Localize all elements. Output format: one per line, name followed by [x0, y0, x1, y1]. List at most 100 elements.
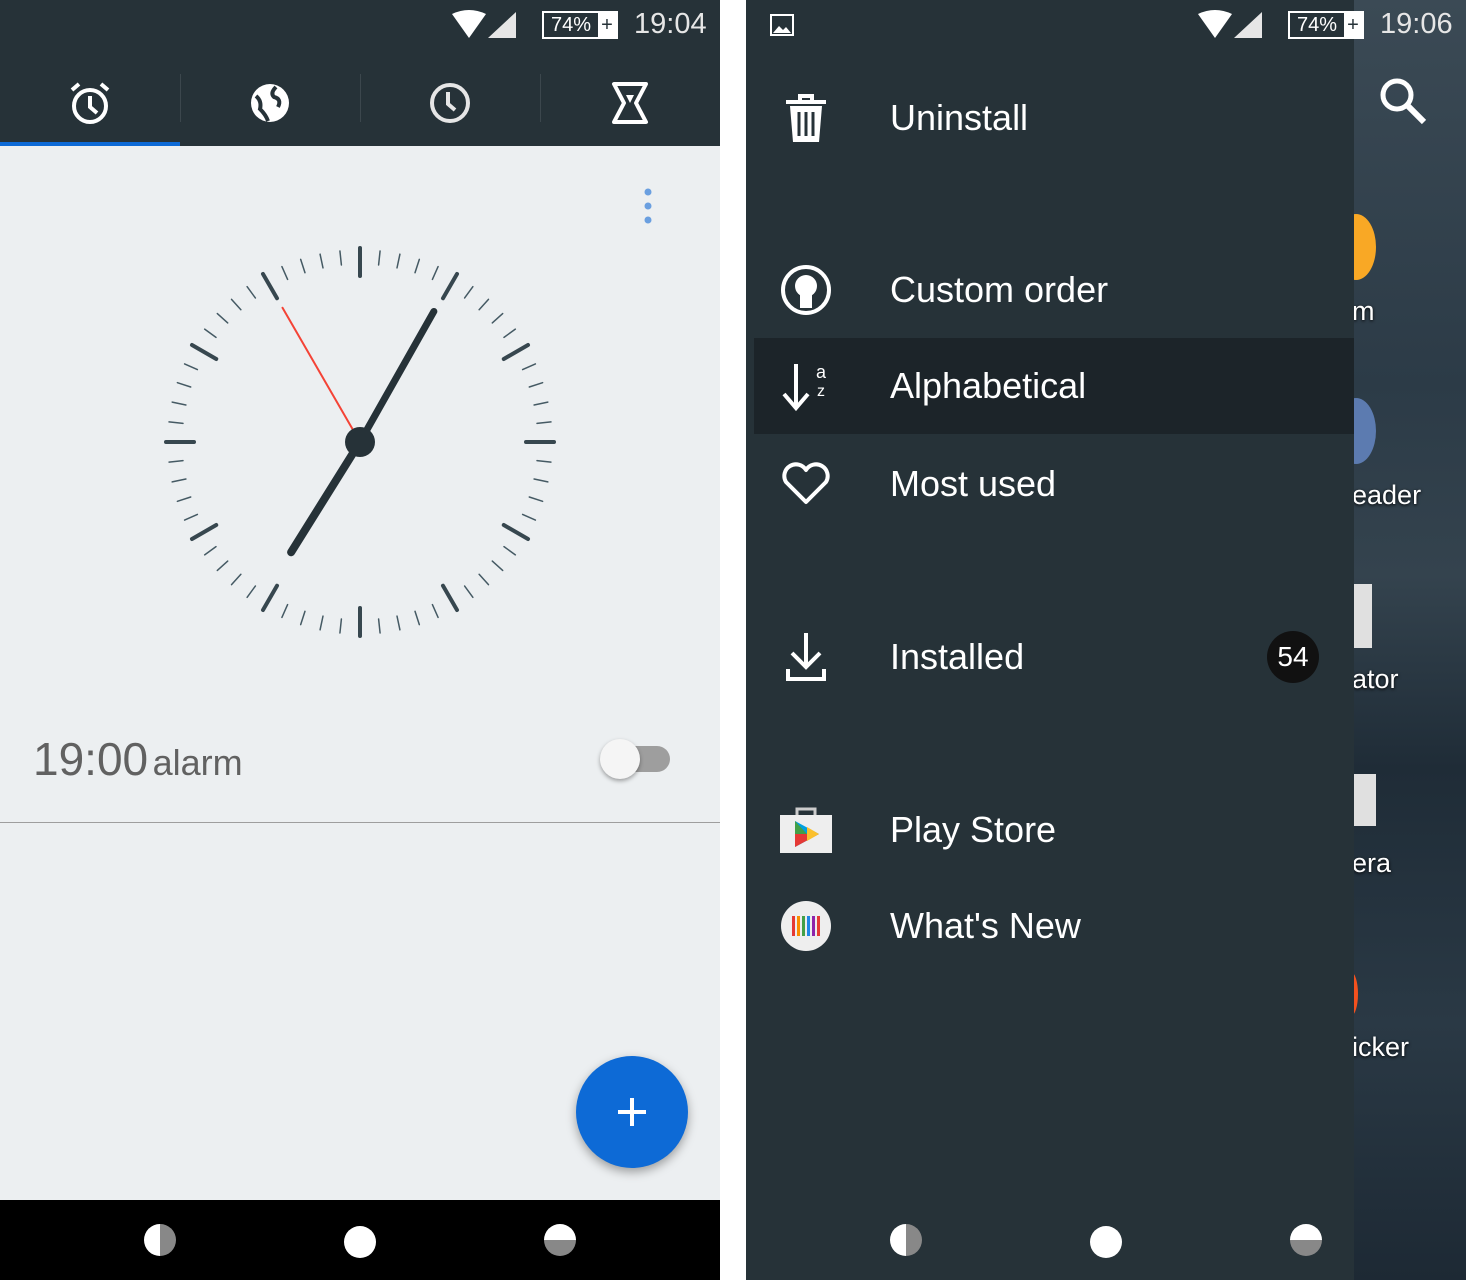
minor-tick	[339, 250, 343, 266]
menu-item-label: What's New	[890, 905, 1081, 946]
app-bar: 74% + 19:04	[0, 0, 720, 146]
minor-tick	[339, 618, 343, 634]
minor-tick	[299, 610, 306, 626]
bg-app-label[interactable]: ator	[1352, 664, 1399, 695]
minor-tick	[536, 459, 552, 463]
alarm-item[interactable]: 19:00 alarm	[33, 732, 243, 786]
alarm-label: alarm	[152, 742, 243, 783]
minor-tick	[246, 285, 257, 299]
menu-item-custom-order[interactable]: Custom order	[754, 242, 1354, 338]
major-tick	[501, 523, 531, 541]
minor-tick	[533, 401, 549, 406]
minor-tick	[230, 573, 242, 586]
minor-tick	[171, 478, 187, 483]
minor-tick	[431, 603, 439, 619]
clock-center	[345, 427, 375, 457]
minor-tick	[521, 363, 537, 371]
battery-percent: 74%	[1296, 14, 1338, 36]
minor-tick	[491, 560, 504, 572]
recents-button[interactable]	[544, 1224, 576, 1256]
minor-tick	[503, 328, 517, 339]
major-tick	[189, 523, 219, 541]
menu-item-uninstall[interactable]: Uninstall	[754, 70, 1354, 166]
minor-tick	[203, 545, 217, 556]
tab-world-clock[interactable]	[180, 60, 360, 146]
recents-button[interactable]	[1290, 1224, 1322, 1256]
minor-tick	[183, 513, 199, 521]
search-icon[interactable]	[1378, 76, 1428, 126]
count-badge: 54	[1267, 631, 1319, 683]
hourglass-icon	[612, 82, 648, 124]
svg-text:z: z	[817, 383, 825, 400]
download-icon	[786, 633, 826, 681]
minor-tick	[230, 298, 242, 311]
menu-item-label: Most used	[890, 463, 1057, 504]
minor-tick	[203, 328, 217, 339]
play-store-icon	[780, 807, 832, 853]
menu-item-label: Alphabetical	[890, 365, 1087, 406]
alarm-icon	[70, 82, 110, 124]
battery-percent: 74%	[550, 14, 592, 36]
menu-item-label: Play Store	[890, 809, 1057, 850]
nav-bar	[0, 1200, 720, 1280]
minor-tick	[491, 312, 504, 324]
minor-tick	[171, 401, 187, 406]
menu-item-most-used[interactable]: Most used	[754, 436, 1354, 532]
home-button[interactable]	[1090, 1226, 1122, 1258]
image-notification-icon	[770, 14, 794, 36]
bg-app-label[interactable]: era	[1352, 848, 1391, 879]
alarm-toggle[interactable]	[600, 739, 670, 779]
minor-tick	[176, 496, 192, 503]
clock-icon	[430, 83, 470, 123]
minor-tick	[168, 421, 184, 425]
minor-tick	[396, 253, 401, 269]
wifi-signal-icon	[1198, 10, 1262, 38]
wifi-signal-icon	[452, 10, 516, 38]
tab-stopwatch-clock[interactable]	[360, 60, 540, 146]
minor-tick	[431, 265, 439, 281]
minor-tick	[281, 265, 289, 281]
menu-item-installed[interactable]: Installed 54	[754, 609, 1354, 705]
minor-tick	[168, 459, 184, 463]
major-tick	[189, 343, 219, 361]
minor-tick	[463, 285, 474, 299]
bg-app-label[interactable]: eader	[1352, 480, 1421, 511]
active-tab-indicator	[0, 142, 180, 146]
menu-item-alphabetical[interactable]: az Alphabetical	[754, 338, 1354, 434]
minor-tick	[281, 603, 289, 619]
minor-tick	[478, 573, 490, 586]
more-options-button[interactable]	[640, 186, 656, 226]
minor-tick	[503, 545, 517, 556]
bg-app-label[interactable]: m	[1352, 296, 1375, 327]
back-button[interactable]	[890, 1224, 922, 1256]
minor-tick	[528, 381, 544, 388]
minor-tick	[414, 610, 421, 626]
bg-app-label[interactable]: icker	[1352, 1032, 1409, 1063]
minor-tick	[246, 585, 257, 599]
status-time: 19:06	[1380, 8, 1453, 40]
minor-tick	[533, 478, 549, 483]
menu-item-play-store[interactable]: Play Store	[754, 782, 1354, 878]
minor-tick	[319, 253, 324, 269]
minor-tick	[377, 618, 381, 634]
major-tick	[261, 583, 279, 613]
home-button[interactable]	[344, 1226, 376, 1258]
status-time: 19:04	[634, 8, 707, 40]
minute-hand	[356, 307, 438, 446]
minor-tick	[528, 496, 544, 503]
tab-alarm[interactable]	[0, 60, 180, 146]
major-tick	[501, 343, 531, 361]
more-vert-icon	[644, 188, 652, 224]
add-alarm-button[interactable]	[576, 1056, 688, 1168]
minor-tick	[377, 250, 381, 266]
launcher: m eader ator era icker 74% + 19:06 Unins…	[746, 0, 1466, 1280]
battery-icon: 74% +	[542, 11, 618, 39]
second-hand	[281, 306, 361, 443]
minor-tick	[216, 312, 229, 324]
minor-tick	[536, 421, 552, 425]
tab-timer[interactable]	[540, 60, 720, 146]
back-button[interactable]	[144, 1224, 176, 1256]
sort-alpha-icon: az	[782, 362, 827, 412]
svg-text:a: a	[816, 362, 827, 382]
menu-item-whats-new[interactable]: What's New	[754, 878, 1354, 974]
